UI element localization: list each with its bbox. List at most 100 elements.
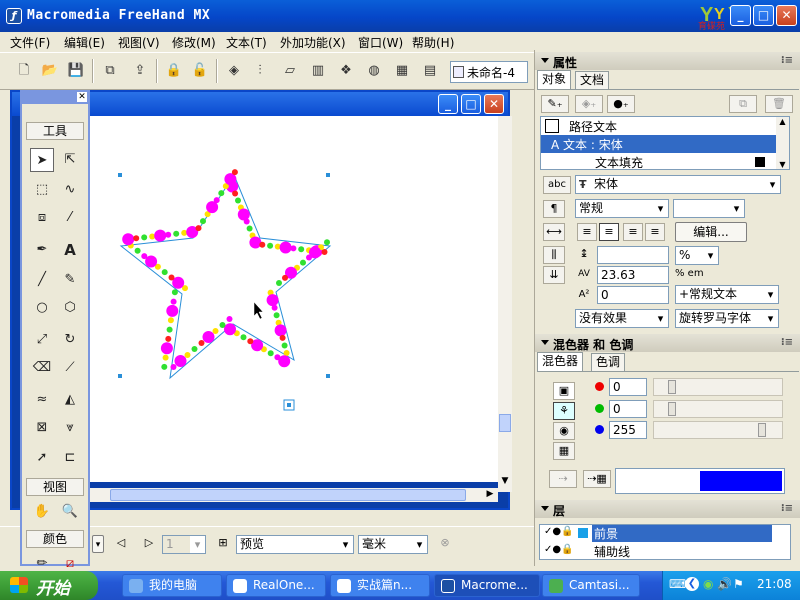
panel-grip-icon[interactable]: ⁝≡	[781, 337, 793, 348]
group-icon[interactable]: ◈	[224, 61, 244, 81]
align-center-icon[interactable]: ≡	[599, 223, 619, 241]
selection-handle[interactable]	[326, 374, 330, 378]
rgb-mode-icon[interactable]: ⚘	[553, 402, 575, 420]
tab-mixer[interactable]: 混色器	[537, 352, 584, 371]
transform-icon[interactable]: ▱	[280, 61, 300, 81]
speaker-icon[interactable]: 🔊	[717, 577, 732, 591]
pen-tool-icon[interactable]: ✒	[30, 238, 54, 262]
tree-scrollbar[interactable]: ▲ ▼	[776, 117, 789, 169]
open-folder-icon[interactable]: 📂	[40, 61, 60, 81]
color-preview-well[interactable]	[615, 468, 785, 494]
menu-help[interactable]: 帮助(H)	[412, 34, 454, 51]
knife-tool-icon[interactable]: ⟋	[58, 356, 82, 380]
star-artwork[interactable]	[90, 116, 498, 482]
cmyk-mode-icon[interactable]: ▣	[553, 382, 575, 400]
panel-grip-icon[interactable]: ⁝≡	[781, 503, 793, 514]
tab-document[interactable]: 文档	[575, 71, 610, 89]
task-my-computer[interactable]: 我的电脑	[122, 574, 222, 597]
star-path[interactable]	[119, 173, 332, 380]
vscroll-thumb[interactable]	[499, 414, 511, 432]
text-tool-icon[interactable]: A	[58, 238, 82, 262]
import-icon[interactable]: ⧉	[100, 61, 120, 81]
layers-list[interactable]: ✓●🔒 前景 ✓●🔒 辅助线	[539, 524, 791, 560]
align-right-icon[interactable]: ≡	[623, 223, 643, 241]
panel-grip-icon[interactable]: ⁝≡	[781, 55, 793, 66]
layers-panel-header[interactable]: 层 ⁝≡	[535, 500, 800, 518]
start-button[interactable]: 开始	[0, 571, 98, 600]
system-color-icon[interactable]: ▦	[553, 442, 575, 460]
library-icon[interactable]: ▥	[308, 61, 328, 81]
scroll-up-icon[interactable]: ▲	[776, 117, 789, 126]
selection-handle[interactable]	[118, 374, 122, 378]
pointer-tool-icon[interactable]: ➤	[30, 148, 54, 172]
symbol-icon[interactable]: ❖	[336, 61, 356, 81]
doc-maximize-button[interactable]: □	[461, 94, 481, 114]
task-realone[interactable]: RealOne...	[226, 574, 326, 597]
baseline-input[interactable]: 0	[597, 286, 669, 304]
add-to-swatches-icon[interactable]: ⇢	[549, 470, 577, 488]
network-icon[interactable]: ◉	[703, 577, 713, 591]
next-page-icon[interactable]: ▷	[140, 535, 158, 553]
add-effect-icon[interactable]: ●₊	[607, 95, 635, 113]
hscroll-thumb[interactable]	[110, 489, 466, 501]
document-selector[interactable]: 未命名-4	[450, 61, 528, 83]
tab-object[interactable]: 对象	[537, 70, 572, 89]
menu-file[interactable]: 文件(F)	[10, 34, 50, 51]
blue-slider[interactable]	[653, 421, 783, 439]
prev-page-icon[interactable]: ◁	[112, 535, 130, 553]
task-camtasia[interactable]: Camtasi...	[542, 574, 640, 597]
doc-minimize-button[interactable]: _	[438, 94, 458, 114]
hand-tool-icon[interactable]: ✋	[30, 500, 54, 524]
zoom-tool-icon[interactable]: 🔍	[58, 500, 82, 524]
line-tool-icon[interactable]: ╱	[30, 268, 54, 292]
scroll-down-icon[interactable]: ▼	[776, 160, 789, 169]
hls-mode-icon[interactable]: ◉	[553, 422, 575, 440]
paragraph-icon[interactable]: ¶	[543, 200, 565, 218]
unlock-icon[interactable]: 🔓	[190, 61, 210, 81]
red-slider[interactable]	[653, 378, 783, 396]
subselect-tool-icon[interactable]: ⇱	[58, 148, 82, 172]
font-style-select[interactable]: 常规	[575, 199, 669, 218]
extrude-tool-icon[interactable]: ◭	[58, 388, 82, 412]
selection-handle[interactable]	[326, 173, 330, 177]
task-document[interactable]: 实战篇n...	[330, 574, 430, 597]
page-tool-icon[interactable]: ⬚	[30, 178, 54, 202]
edit-button[interactable]: 编辑...	[675, 222, 747, 242]
spacing-icon[interactable]: ⟷	[543, 223, 565, 241]
tree-item-text-fill[interactable]: 文本填充	[541, 153, 777, 171]
duplicate-attr-icon[interactable]: ⧉	[729, 95, 757, 113]
leading-unit-select[interactable]: %	[675, 246, 719, 265]
columns-icon[interactable]: ⫼	[543, 246, 565, 264]
maximize-button[interactable]: □	[753, 5, 774, 26]
menu-edit[interactable]: 编辑(E)	[64, 34, 105, 51]
layer-row-guides[interactable]: ✓●🔒 辅助线	[540, 543, 776, 560]
rotate-select[interactable]: 旋转罗马字体	[675, 309, 779, 328]
menu-modify[interactable]: 修改(M)	[172, 34, 216, 51]
tray-expand-icon[interactable]: ❮	[685, 577, 699, 591]
leading-input[interactable]	[597, 246, 669, 264]
horizontal-scrollbar[interactable]: ▶	[90, 488, 498, 502]
blend-tool-icon[interactable]: ≈	[30, 388, 54, 412]
selection-handle[interactable]	[118, 173, 122, 177]
font-size-select[interactable]	[673, 199, 745, 218]
doc-close-button[interactable]: ✕	[484, 94, 504, 114]
layers-icon[interactable]: ▤	[420, 61, 440, 81]
tab-tints[interactable]: 色调	[591, 353, 626, 371]
color-palette-icon[interactable]: ◍	[364, 61, 384, 81]
trace-tool-icon[interactable]: ⧈	[30, 206, 54, 230]
scale-tool-icon[interactable]: ⤢	[30, 328, 54, 352]
freeform-tool-icon[interactable]: ↻	[58, 328, 82, 352]
page-number-select[interactable]: 1	[162, 535, 206, 554]
green-slider[interactable]	[653, 400, 783, 418]
add-page-icon[interactable]: ⊞	[214, 535, 232, 553]
add-to-tints-icon[interactable]: ⇢▦	[583, 470, 611, 488]
lock-icon[interactable]: 🔒	[164, 61, 184, 81]
add-stroke-icon[interactable]: ✎₊	[541, 95, 569, 113]
save-icon[interactable]: 💾	[66, 61, 86, 81]
mirror-tool-icon[interactable]: ⩔	[58, 416, 82, 440]
eyedropper-tool-icon[interactable]: ⁄	[58, 206, 82, 230]
menu-window[interactable]: 窗口(W)	[358, 34, 403, 51]
drawing-canvas[interactable]	[90, 116, 498, 482]
cancel-render-icon[interactable]: ⊗	[436, 535, 454, 553]
menu-xtras[interactable]: 外加功能(X)	[280, 34, 346, 51]
